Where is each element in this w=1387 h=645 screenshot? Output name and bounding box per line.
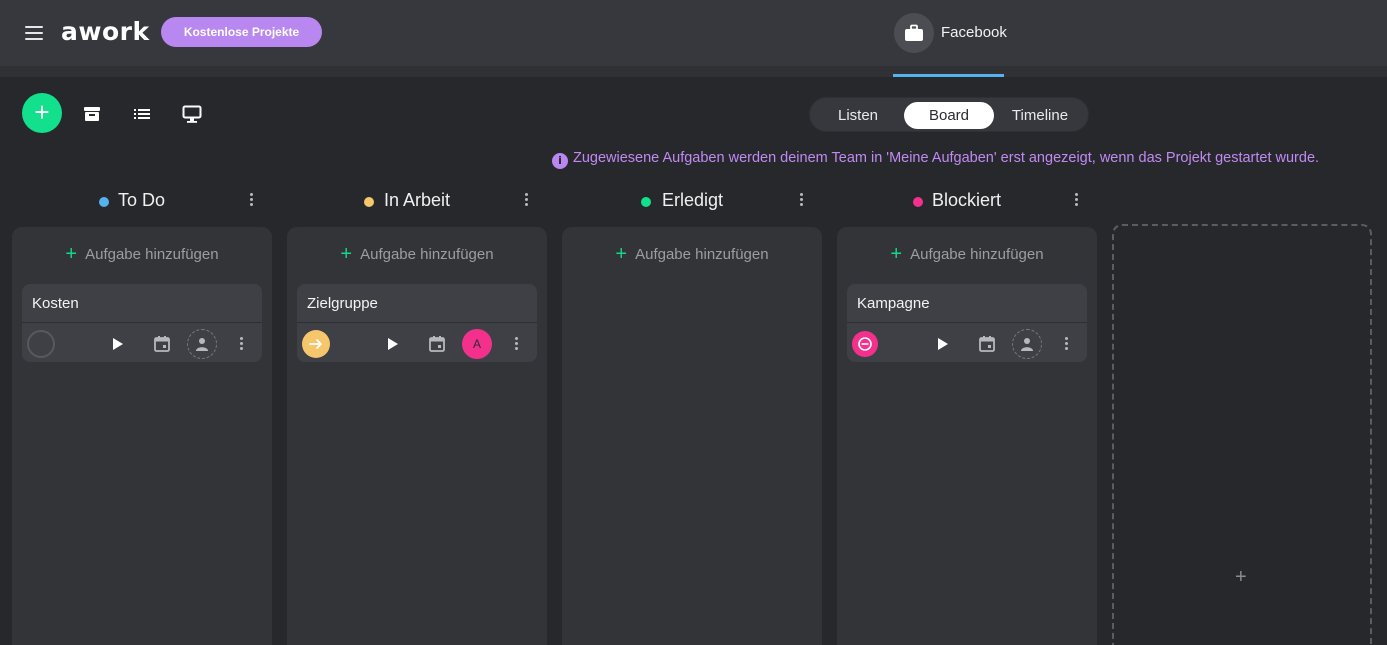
task-card[interactable]: Zielgruppe A xyxy=(297,284,537,362)
task-status-in-progress-icon[interactable] xyxy=(302,330,330,358)
column-more-icon[interactable] xyxy=(1075,193,1079,208)
task-more-icon[interactable] xyxy=(515,337,519,352)
task-card[interactable]: Kosten xyxy=(22,284,262,362)
task-more-icon[interactable] xyxy=(240,337,244,352)
plus-icon: + xyxy=(615,243,628,265)
column-header-todo: To Do xyxy=(12,190,272,212)
play-timer-icon[interactable] xyxy=(112,337,124,351)
column-title: To Do xyxy=(118,190,166,210)
top-bar-strip xyxy=(0,66,1387,77)
play-timer-icon[interactable] xyxy=(387,337,399,351)
column-title: Blockiert xyxy=(932,190,1002,210)
card-divider xyxy=(847,322,1087,323)
add-task-button[interactable]: + Aufgabe hinzufügen xyxy=(287,243,547,266)
task-title: Kampagne xyxy=(857,295,930,312)
add-task-button[interactable]: + Aufgabe hinzufügen xyxy=(562,243,822,266)
column-more-icon[interactable] xyxy=(250,193,254,208)
awork-logo[interactable]: awork xyxy=(61,17,150,46)
status-dot xyxy=(913,197,923,207)
column-title: In Arbeit xyxy=(384,190,451,210)
play-timer-icon[interactable] xyxy=(937,337,949,351)
task-title: Kosten xyxy=(32,295,79,312)
status-dot xyxy=(364,197,374,207)
column-header-erledigt: Erledigt xyxy=(562,190,822,212)
task-card[interactable]: Kampagne xyxy=(847,284,1087,362)
plus-icon: + xyxy=(340,243,353,265)
project-tab-facebook[interactable]: Facebook xyxy=(941,24,1007,41)
calendar-icon[interactable] xyxy=(428,335,446,353)
hamburger-menu-icon[interactable] xyxy=(25,26,43,40)
plus-icon: + xyxy=(65,243,78,265)
task-title: Zielgruppe xyxy=(307,295,378,312)
calendar-icon[interactable] xyxy=(978,335,996,353)
column-more-icon[interactable] xyxy=(800,193,804,208)
assignee-avatar[interactable]: A xyxy=(462,329,492,359)
view-switcher: Listen Board Timeline xyxy=(809,97,1089,132)
view-tab-listen[interactable]: Listen xyxy=(818,102,898,129)
info-banner: i Zugewiesene Aufgaben werden deinem Team… xyxy=(552,150,1320,169)
column-header-blockiert: Blockiert xyxy=(837,190,1097,212)
info-icon: i xyxy=(552,153,568,169)
add-column-button[interactable]: + xyxy=(1112,224,1372,645)
task-more-icon[interactable] xyxy=(1065,337,1069,352)
board-column-blockiert: + Aufgabe hinzufügen Kampagne xyxy=(837,227,1097,645)
add-task-fab-button[interactable]: + xyxy=(22,93,62,133)
project-briefcase-icon[interactable] xyxy=(894,13,934,53)
board-column-in-arbeit: + Aufgabe hinzufügen Zielgruppe A xyxy=(287,227,547,645)
status-dot xyxy=(641,197,651,207)
column-title: Erledigt xyxy=(662,190,724,210)
board-column-erledigt: + Aufgabe hinzufügen xyxy=(562,227,822,645)
board-column-todo: + Aufgabe hinzufügen Kosten xyxy=(12,227,272,645)
list-view-icon[interactable] xyxy=(132,104,152,124)
status-dot xyxy=(99,197,109,207)
card-divider xyxy=(22,322,262,323)
add-task-button[interactable]: + Aufgabe hinzufügen xyxy=(837,243,1097,266)
assign-user-icon[interactable] xyxy=(1012,329,1042,359)
free-projects-button[interactable]: Kostenlose Projekte xyxy=(161,17,322,47)
plus-icon: + xyxy=(1235,566,1247,588)
active-project-tab-indicator xyxy=(893,74,1004,77)
add-task-button[interactable]: + Aufgabe hinzufügen xyxy=(12,243,272,266)
calendar-icon[interactable] xyxy=(153,335,171,353)
column-more-icon[interactable] xyxy=(525,193,529,208)
column-header-in-arbeit: In Arbeit xyxy=(287,190,547,212)
archive-icon[interactable] xyxy=(82,104,102,124)
task-status-open-icon[interactable] xyxy=(27,330,55,358)
plus-icon: + xyxy=(890,243,903,265)
task-status-blocked-icon[interactable] xyxy=(852,331,878,357)
assign-user-icon[interactable] xyxy=(187,329,217,359)
info-message: Zugewiesene Aufgaben werden deinem Team … xyxy=(573,150,1320,166)
presentation-monitor-icon[interactable] xyxy=(182,104,202,124)
view-tab-timeline[interactable]: Timeline xyxy=(1000,102,1080,129)
view-tab-board[interactable]: Board xyxy=(904,102,994,129)
card-divider xyxy=(297,322,537,323)
